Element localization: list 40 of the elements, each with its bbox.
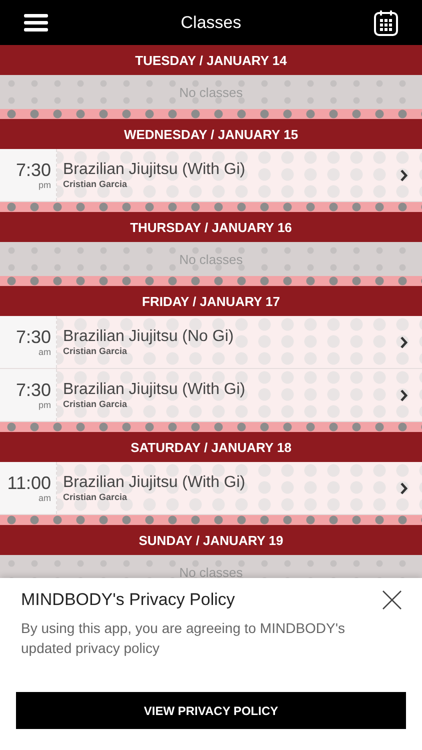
time-period: am bbox=[38, 492, 51, 502]
chevron-icon bbox=[400, 336, 408, 348]
instructor-name: Cristian Garcia bbox=[63, 179, 128, 189]
class-name: Brazilian Jiujitsu (With Gi) bbox=[63, 474, 246, 492]
class-row[interactable]: 7:30 pm Brazilian Jiujitsu (With Gi) Cristian Garcia bbox=[0, 149, 422, 202]
class-row[interactable]: 11:00 am Brazilian Jiujitsu (With Gi) Cristian Garcia bbox=[0, 462, 422, 515]
chevron-icon bbox=[400, 168, 408, 182]
day-header: FRIDAY / JANUARY 17 bbox=[0, 286, 422, 316]
time-period: pm bbox=[38, 180, 51, 190]
day-header: SUNDAY / JANUARY 19 bbox=[0, 525, 422, 555]
class-name: Brazilian Jiujitsu (With Gi) bbox=[63, 381, 246, 399]
empty-message: No classes bbox=[179, 84, 243, 100]
empty-message: No classes bbox=[179, 564, 243, 580]
instructor-name: Cristian Garcia bbox=[63, 492, 128, 502]
class-name: Brazilian Jiujitsu (No Gi) bbox=[63, 328, 235, 346]
day-header: SATURDAY / JANUARY 18 bbox=[0, 432, 422, 462]
day-header: TUESDAY / JANUARY 14 bbox=[0, 45, 422, 75]
day-header: THURSDAY / JANUARY 16 bbox=[0, 212, 422, 242]
chevron-icon bbox=[400, 482, 408, 494]
class-time: 7:30 bbox=[16, 328, 51, 346]
empty-message: No classes bbox=[179, 252, 243, 266]
time-period: pm bbox=[38, 400, 51, 410]
class-name: Brazilian Jiujitsu (With Gi) bbox=[63, 161, 246, 179]
class-row[interactable]: 7:30 am Brazilian Jiujitsu (No Gi) Cristian Garcia bbox=[0, 316, 422, 369]
menu-icon[interactable] bbox=[24, 14, 48, 32]
screen-title: Classes bbox=[180, 12, 242, 32]
popup-message: By using this app, you are agreeing to MINDBODY's updated privacy policy bbox=[21, 619, 346, 658]
popup-title: MINDBODY's Privacy Policy bbox=[21, 590, 235, 610]
time-period: am bbox=[38, 346, 51, 356]
instructor-name: Cristian Garcia bbox=[63, 399, 128, 409]
class-time: 7:30 bbox=[16, 160, 51, 180]
class-time: 7:30 bbox=[16, 380, 51, 400]
day-header: WEDNESDAY / JANUARY 15 bbox=[0, 119, 422, 149]
view-policy-button[interactable]: VIEW PRIVACY POLICY bbox=[16, 692, 406, 729]
class-row[interactable]: 7:30 pm Brazilian Jiujitsu (With Gi) Cristian Garcia bbox=[0, 369, 422, 422]
chevron-icon bbox=[400, 388, 408, 402]
instructor-name: Cristian Garcia bbox=[63, 346, 128, 356]
calendar-icon[interactable] bbox=[374, 10, 398, 36]
class-time: 11:00 bbox=[7, 474, 51, 492]
close-icon[interactable] bbox=[382, 590, 402, 610]
